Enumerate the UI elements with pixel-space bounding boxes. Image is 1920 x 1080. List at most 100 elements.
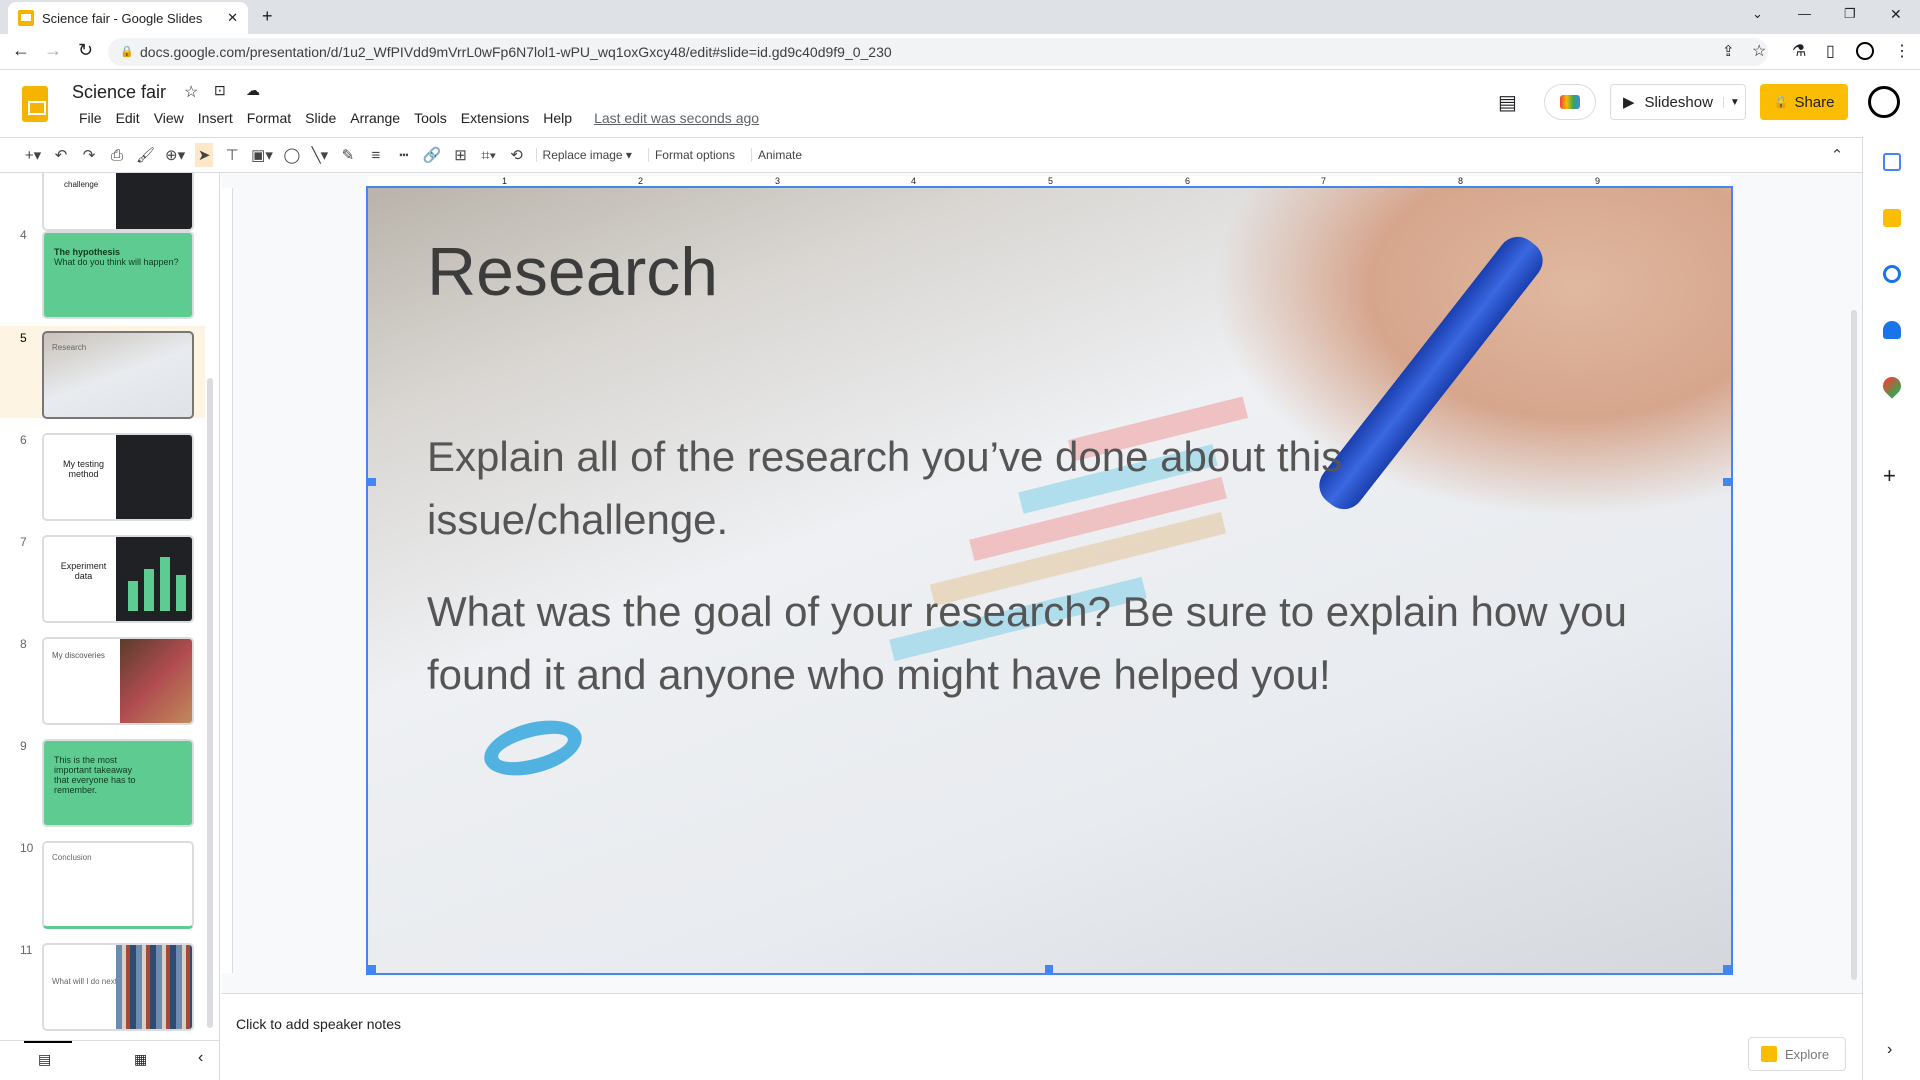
reset-image-icon[interactable]: ⟲ [508, 143, 526, 167]
sidebar-icon[interactable]: ▯ [1826, 41, 1835, 61]
grid-view-icon[interactable]: ▦ [134, 1051, 147, 1068]
slide-thumbnail-5[interactable]: Research [42, 331, 194, 419]
slide-canvas[interactable]: Research Explain all of the research you… [366, 186, 1733, 975]
profile-icon[interactable] [1856, 42, 1874, 60]
minimize-icon[interactable]: — [1798, 6, 1811, 21]
slideshow-button[interactable]: ▶ Slideshow ▼ [1610, 84, 1746, 120]
add-addon-icon[interactable]: + [1883, 463, 1896, 489]
slide-thumbnail-6[interactable]: My testing method [42, 433, 194, 521]
maps-icon[interactable] [1879, 373, 1905, 399]
forward-icon[interactable]: → [44, 40, 62, 61]
browser-tab[interactable]: Science fair - Google Slides ✕ [8, 2, 248, 34]
vertical-ruler[interactable] [221, 188, 233, 973]
menu-file[interactable]: File [72, 110, 109, 126]
link-icon[interactable]: 🔗 [423, 143, 442, 167]
menu-help[interactable]: Help [536, 110, 579, 126]
back-icon[interactable]: ← [12, 40, 30, 61]
contacts-icon[interactable] [1883, 321, 1901, 339]
print-icon[interactable]: ⎙ [108, 143, 126, 167]
slide-title[interactable]: Research [427, 233, 718, 311]
menu-tools[interactable]: Tools [407, 110, 454, 126]
slide-body-1[interactable]: Explain all of the research you’ve done … [427, 425, 1647, 551]
menu-format[interactable]: Format [240, 110, 298, 126]
replace-image-button[interactable]: Replace image ▾ [535, 148, 638, 162]
close-window-icon[interactable]: ✕ [1890, 6, 1902, 23]
slide-thumbnail-10[interactable]: Conclusion [42, 841, 194, 929]
slide-thumbnail-7[interactable]: Experiment data [42, 535, 194, 623]
extensions-icon[interactable]: ⚗ [1792, 41, 1806, 61]
new-slide-icon[interactable]: +▾ [24, 143, 42, 167]
resize-handle[interactable] [1723, 478, 1731, 486]
meet-button[interactable] [1544, 84, 1596, 120]
star-icon[interactable]: ☆ [184, 82, 198, 102]
canvas-scrollbar[interactable] [1851, 310, 1857, 980]
collapse-filmstrip-icon[interactable]: ‹ [198, 1049, 203, 1067]
undo-icon[interactable]: ↶ [52, 143, 70, 167]
format-options-button[interactable]: Format options [647, 148, 741, 162]
slides-logo-icon[interactable] [22, 86, 48, 122]
speaker-notes[interactable]: Click to add speaker notes [221, 993, 1862, 1080]
slide-thumbnail-9[interactable]: This is the most important takeaway that… [42, 739, 194, 827]
redo-icon[interactable]: ↷ [80, 143, 98, 167]
browser-menu-icon[interactable]: ⋮ [1894, 41, 1910, 61]
select-icon[interactable]: ➤ [195, 143, 214, 167]
comments-icon[interactable]: ▤ [1498, 90, 1517, 115]
expand-panel-icon[interactable]: › [1887, 1041, 1892, 1059]
slide-body-2[interactable]: What was the goal of your research? Be s… [427, 580, 1647, 706]
slide-thumbnail-8[interactable]: My discoveries [42, 637, 194, 725]
menu-view[interactable]: View [147, 110, 191, 126]
url-input[interactable]: 🔒 docs.google.com/presentation/d/1u2_WfPI… [108, 38, 1768, 66]
lock-icon: 🔒 [120, 46, 134, 58]
resize-handle[interactable] [368, 478, 376, 486]
document-title[interactable]: Science fair [72, 82, 166, 103]
slide-thumbnail-11[interactable]: What will I do next? [42, 943, 194, 1031]
tasks-icon[interactable] [1883, 265, 1901, 283]
share-page-icon[interactable]: ⇪ [1722, 42, 1735, 60]
account-avatar[interactable] [1868, 86, 1900, 118]
image-icon[interactable]: ▣▾ [251, 143, 273, 167]
slideshow-dropdown-icon[interactable]: ▼ [1722, 96, 1746, 108]
restore-icon[interactable]: ❐ [1844, 6, 1856, 22]
filmstrip-view-icon[interactable]: ▤ [38, 1051, 51, 1068]
last-edit-link[interactable]: Last edit was seconds ago [587, 110, 766, 126]
keep-icon[interactable] [1883, 209, 1901, 227]
filmstrip[interactable]: challenge 4 The hypothesis What do you th… [0, 173, 220, 1040]
calendar-icon[interactable] [1883, 153, 1901, 171]
ruler-tick: 1 [502, 176, 508, 186]
menu-edit[interactable]: Edit [109, 110, 147, 126]
border-weight-icon[interactable]: ≡ [367, 143, 385, 167]
move-folder-icon[interactable]: ⊡ [214, 82, 226, 99]
menu-slide[interactable]: Slide [298, 110, 343, 126]
animate-button[interactable]: Animate [751, 148, 808, 162]
menu-extensions[interactable]: Extensions [454, 110, 536, 126]
line-icon[interactable]: ╲▾ [311, 143, 329, 167]
bookmark-star-icon[interactable]: ☆ [1752, 41, 1766, 61]
reload-icon[interactable]: ↻ [78, 40, 93, 61]
menu-insert[interactable]: Insert [191, 110, 240, 126]
crop-icon[interactable]: ⌗▾ [480, 143, 498, 167]
horizontal-ruler[interactable]: 1 2 3 4 5 6 7 8 9 [368, 176, 1731, 188]
collapse-toolbar-icon[interactable]: ⌃ [1828, 143, 1846, 167]
border-color-icon[interactable]: ✎ [339, 143, 357, 167]
comment-add-icon[interactable]: ⊞ [452, 143, 470, 167]
close-tab-icon[interactable]: ✕ [227, 10, 238, 26]
explore-button[interactable]: Explore [1748, 1037, 1846, 1071]
shape-icon[interactable]: ◯ [283, 143, 301, 167]
zoom-icon[interactable]: ⊕▾ [165, 143, 185, 167]
cloud-status-icon[interactable]: ☁ [246, 82, 260, 99]
border-dash-icon[interactable]: ┅ [395, 143, 413, 167]
menu-arrange[interactable]: Arrange [343, 110, 407, 126]
thumb-title: What will I do next? [52, 977, 122, 986]
filmstrip-scrollbar[interactable] [207, 378, 213, 1028]
paint-format-icon[interactable]: 🖌 [136, 143, 155, 167]
resize-handle[interactable] [368, 965, 376, 973]
resize-handle[interactable] [1723, 965, 1731, 973]
thumb-title: My testing method [62, 459, 104, 479]
resize-handle[interactable] [1045, 965, 1053, 973]
share-button[interactable]: 🔒 Share [1760, 84, 1848, 120]
tab-search-icon[interactable]: ⌄ [1752, 6, 1763, 22]
slide-thumbnail-4[interactable]: The hypothesis What do you think will hap… [42, 231, 194, 319]
new-tab-icon[interactable]: + [262, 6, 273, 27]
slide-thumbnail-3[interactable]: challenge [42, 173, 194, 231]
text-box-icon[interactable]: ⊤ [223, 143, 241, 167]
